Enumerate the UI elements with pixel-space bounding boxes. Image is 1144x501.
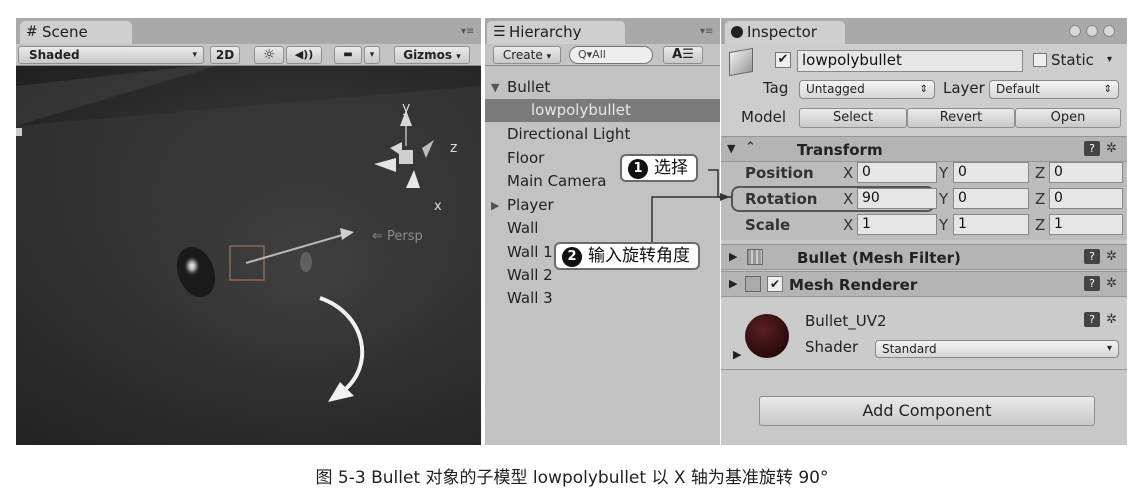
figure-caption: 图 5-3 Bullet 对象的子模型 lowpolybullet 以 X 轴为… — [315, 468, 829, 488]
callout-number-2: 2 — [562, 247, 582, 267]
callout-arrowhead — [720, 193, 730, 201]
callout-text-2: 输入旋转角度 — [588, 246, 690, 266]
callout-enter-angle: 2 输入旋转角度 — [554, 242, 700, 270]
callout-number-1: 1 — [628, 159, 648, 179]
callout-1-line — [708, 169, 732, 198]
callout-select: 1 选择 — [620, 154, 698, 182]
callout-text-1: 选择 — [654, 158, 688, 178]
callout-2-line — [651, 196, 724, 242]
